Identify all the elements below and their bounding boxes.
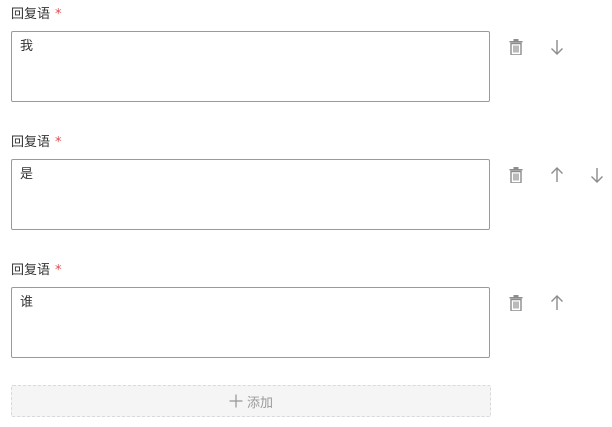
- required-mark: *: [55, 135, 62, 150]
- reply-input[interactable]: 谁: [11, 287, 490, 358]
- reply-input[interactable]: 是: [11, 159, 490, 230]
- delete-icon[interactable]: [506, 37, 526, 57]
- reply-group: 回复语 * 是: [0, 128, 612, 238]
- add-button-label: 添加: [246, 395, 273, 411]
- delete-icon[interactable]: [506, 165, 526, 185]
- reply-input[interactable]: 我: [11, 31, 490, 102]
- required-mark: *: [55, 263, 62, 278]
- arrow-up-icon[interactable]: [547, 165, 567, 185]
- reply-group: 回复语 * 我: [0, 0, 612, 110]
- reply-label: 回复语 *: [11, 134, 62, 152]
- arrow-down-icon[interactable]: [587, 165, 607, 185]
- reply-label-text: 回复语: [11, 135, 51, 150]
- delete-icon[interactable]: [506, 293, 526, 313]
- reply-group: 回复语 * 谁: [0, 256, 612, 366]
- reply-label-text: 回复语: [11, 263, 51, 278]
- reply-label-text: 回复语: [11, 7, 51, 22]
- reply-form: 回复语 * 我 回复语 * 是 回复语 * 谁 添加: [0, 0, 612, 427]
- plus-icon: [229, 394, 243, 408]
- add-button[interactable]: 添加: [11, 385, 491, 417]
- required-mark: *: [55, 7, 62, 22]
- reply-label: 回复语 *: [11, 262, 62, 280]
- reply-label: 回复语 *: [11, 6, 62, 24]
- arrow-up-icon[interactable]: [547, 293, 567, 313]
- arrow-down-icon[interactable]: [547, 37, 567, 57]
